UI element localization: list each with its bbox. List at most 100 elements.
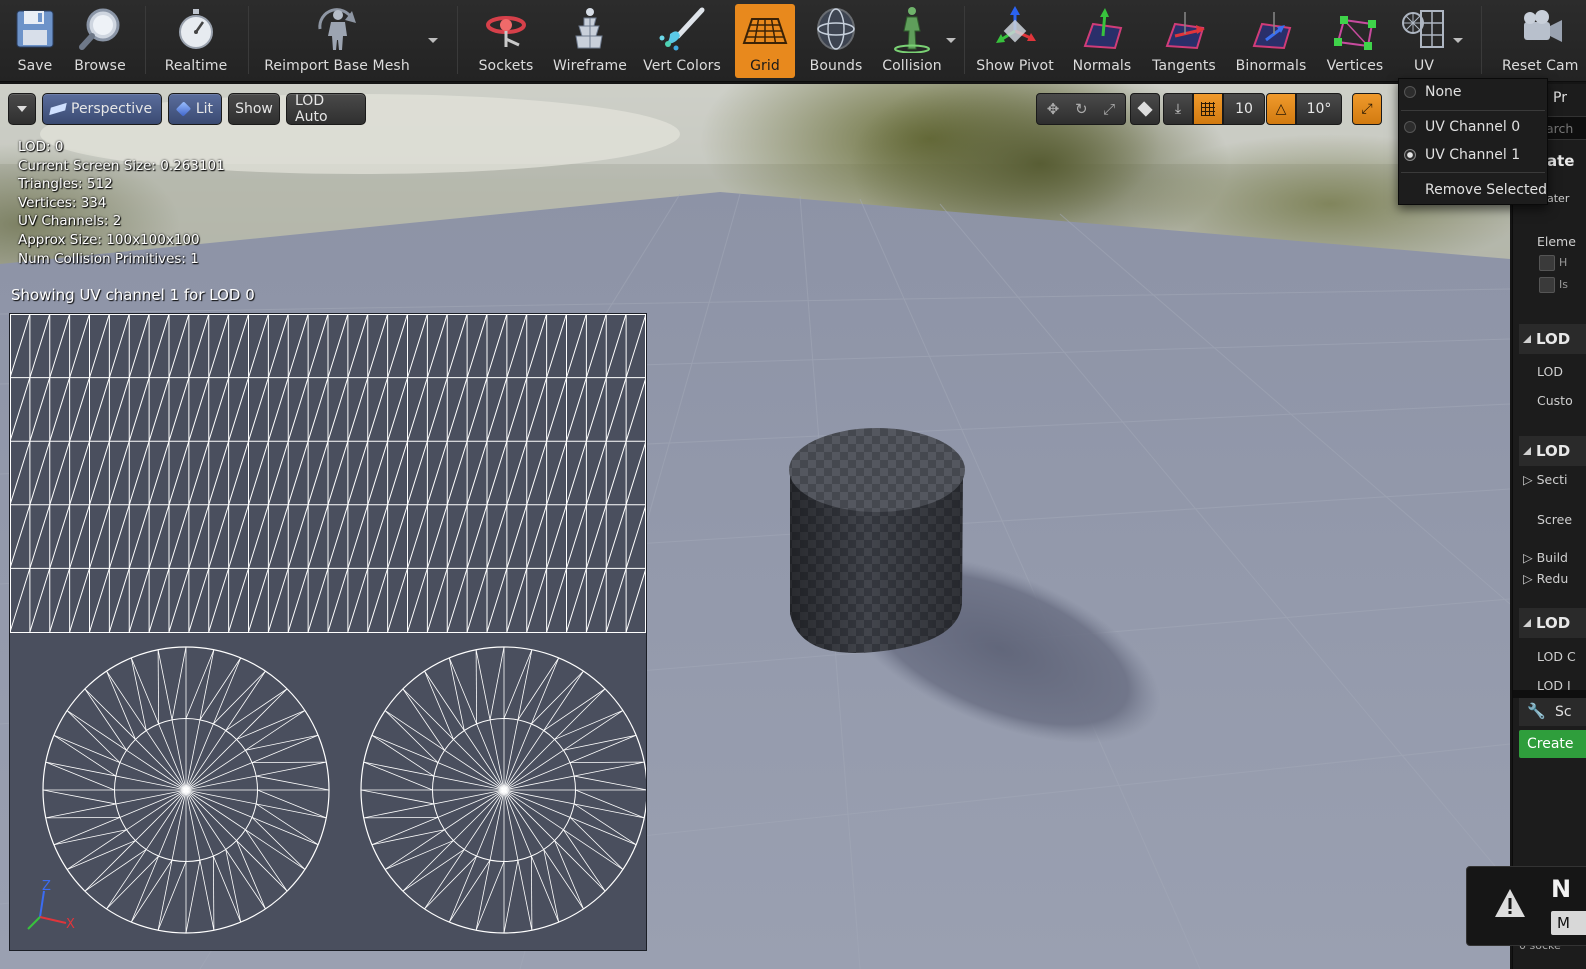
grid-snap-toggle[interactable] [1193, 93, 1223, 125]
rotation-snap-toggle[interactable]: △ [1266, 93, 1296, 125]
collapse-arrow-icon [1523, 447, 1531, 455]
stat-vertices: Vertices: 334 [18, 194, 107, 211]
reimport-base-mesh-button[interactable]: Reimport Base Mesh [262, 4, 412, 78]
rotation-snap-group: △ 10° [1266, 93, 1342, 125]
scale-icon[interactable]: ⤢ [1103, 100, 1115, 118]
lit-button[interactable]: Lit [168, 93, 222, 125]
element-label: Eleme [1537, 234, 1576, 249]
panel-divider [1513, 690, 1586, 698]
toolbar: Save Browse Realtime Reimport Base Mesh … [0, 0, 1586, 82]
radio-icon [1404, 121, 1416, 133]
isolate-checkbox[interactable] [1539, 277, 1555, 293]
uv-option-channel-0[interactable]: UV Channel 0 [1399, 114, 1547, 140]
tangents-button[interactable]: Tangents [1148, 4, 1220, 78]
reduction-settings-row[interactable]: ▷ Redu [1523, 571, 1568, 586]
remove-selected-uv-button[interactable]: Remove Selected [1399, 177, 1547, 203]
stopwatch-icon [170, 4, 222, 54]
material-label: ater [1547, 192, 1570, 205]
lod-group-section[interactable]: LOD [1519, 608, 1586, 638]
lod-picker-section[interactable]: LOD [1519, 324, 1586, 354]
bounds-button[interactable]: Bounds [806, 4, 866, 78]
highlight-checkbox[interactable] [1539, 255, 1555, 271]
lod-label: LOD [1537, 364, 1563, 379]
toolbar-separator [145, 6, 146, 74]
build-settings-row[interactable]: ▷ Build [1523, 550, 1568, 565]
sockets-button[interactable]: Sockets [474, 4, 538, 78]
show-button[interactable]: Show [228, 93, 280, 125]
notification-toast[interactable]: N M [1466, 866, 1586, 946]
bounds-icon [810, 4, 862, 54]
reimport-dropdown-caret[interactable] [428, 38, 438, 43]
binormals-icon [1245, 4, 1297, 54]
toast-title: N [1551, 875, 1572, 903]
normals-button[interactable]: Normals [1070, 4, 1134, 78]
collapse-arrow-icon [1523, 335, 1531, 343]
axis-z-label: Z [42, 879, 51, 894]
wireframe-button[interactable]: Wireframe [552, 4, 628, 78]
stat-triangles: Triangles: 512 [18, 176, 113, 193]
create-socket-button[interactable]: Create [1519, 730, 1586, 758]
axis-x-label: X [66, 917, 75, 932]
stat-lod: LOD: 0 [18, 139, 64, 155]
snap-tools [1130, 93, 1160, 125]
stat-collision-primitives: Num Collision Primitives: 1 [18, 250, 199, 267]
perspective-button[interactable]: Perspective [42, 93, 162, 125]
rotate-icon[interactable]: ↻ [1075, 100, 1088, 118]
surface-snap-button[interactable]: ⤓ [1163, 93, 1193, 125]
uv-wireframe [9, 313, 648, 934]
stat-approx-size: Approx Size: 100x100x100 [18, 231, 200, 248]
lod-settings-section[interactable]: LOD [1519, 436, 1586, 466]
grid-snap-icon [1201, 102, 1215, 116]
reset-camera-button[interactable]: Reset Cam [1498, 4, 1586, 78]
world-local-toggle[interactable] [1130, 93, 1160, 125]
transform-tools: ✥ ↻ ⤢ [1036, 93, 1126, 125]
grid-button[interactable]: Grid [735, 4, 795, 78]
uv-layout-panel [9, 313, 648, 951]
uv-button[interactable]: UV [1396, 4, 1452, 78]
toolbar-separator [248, 6, 249, 74]
toast-action-button[interactable]: M [1551, 911, 1586, 935]
scale-snap-group: ⤢ [1352, 93, 1382, 125]
uv-channel-caption: Showing UV channel 1 for LOD 0 [11, 286, 255, 304]
paint-brush-icon [656, 4, 708, 54]
custom-label: Custo [1537, 393, 1573, 408]
vertices-icon [1329, 4, 1381, 54]
screen-size-label: Scree [1537, 512, 1573, 527]
camera-perspective-icon [49, 102, 67, 116]
sockets-icon [480, 4, 532, 54]
collision-button[interactable]: Collision [878, 4, 946, 78]
sections-row[interactable]: ▷ Secti [1523, 472, 1567, 487]
stat-screen-size: Current Screen Size: 0.263101 [18, 157, 225, 174]
uv-channel-menu: None UV Channel 0 UV Channel 1 Remove Se… [1398, 78, 1548, 205]
save-button[interactable]: Save [8, 4, 62, 78]
binormals-button[interactable]: Binormals [1232, 4, 1310, 78]
vert-colors-button[interactable]: Vert Colors [640, 4, 724, 78]
show-pivot-button[interactable]: Show Pivot [974, 4, 1056, 78]
viewport-options-dropdown[interactable] [8, 93, 36, 125]
lod-auto-button[interactable]: LOD Auto [286, 93, 366, 125]
lit-sphere-icon [175, 101, 191, 117]
uv-grid-icon [1398, 4, 1450, 54]
scale-snap-toggle[interactable]: ⤢ [1352, 93, 1382, 125]
wrench-icon: 🔧 [1527, 702, 1546, 720]
collision-dropdown-caret[interactable] [946, 38, 956, 43]
browse-button[interactable]: Browse [68, 4, 132, 78]
realtime-button[interactable]: Realtime [160, 4, 232, 78]
scale-snap-icon: ⤢ [1361, 101, 1373, 117]
camera-icon [1516, 4, 1568, 54]
translate-icon[interactable]: ✥ [1047, 100, 1060, 118]
toolbar-separator [1481, 6, 1482, 74]
wireframe-icon [564, 4, 616, 54]
details-tab-label[interactable]: Pr [1553, 90, 1567, 106]
viewport[interactable]: Perspective Lit Show LOD Auto ✥ ↻ ⤢ ⤓ 10 [0, 84, 1510, 969]
uv-option-none[interactable]: None [1399, 79, 1547, 105]
uv-dropdown-caret[interactable] [1453, 38, 1463, 43]
uv-option-channel-1[interactable]: UV Channel 1 [1399, 142, 1547, 168]
stat-uv-channels: UV Channels: 2 [18, 213, 122, 230]
vertices-button[interactable]: Vertices [1322, 4, 1388, 78]
menu-divider [1401, 110, 1545, 111]
rotation-snap-value[interactable]: 10° [1296, 93, 1342, 125]
grid-snap-value[interactable]: 10 [1223, 93, 1265, 125]
socket-manager-tab[interactable]: 🔧 Sc [1519, 698, 1586, 726]
collision-icon [886, 4, 938, 54]
